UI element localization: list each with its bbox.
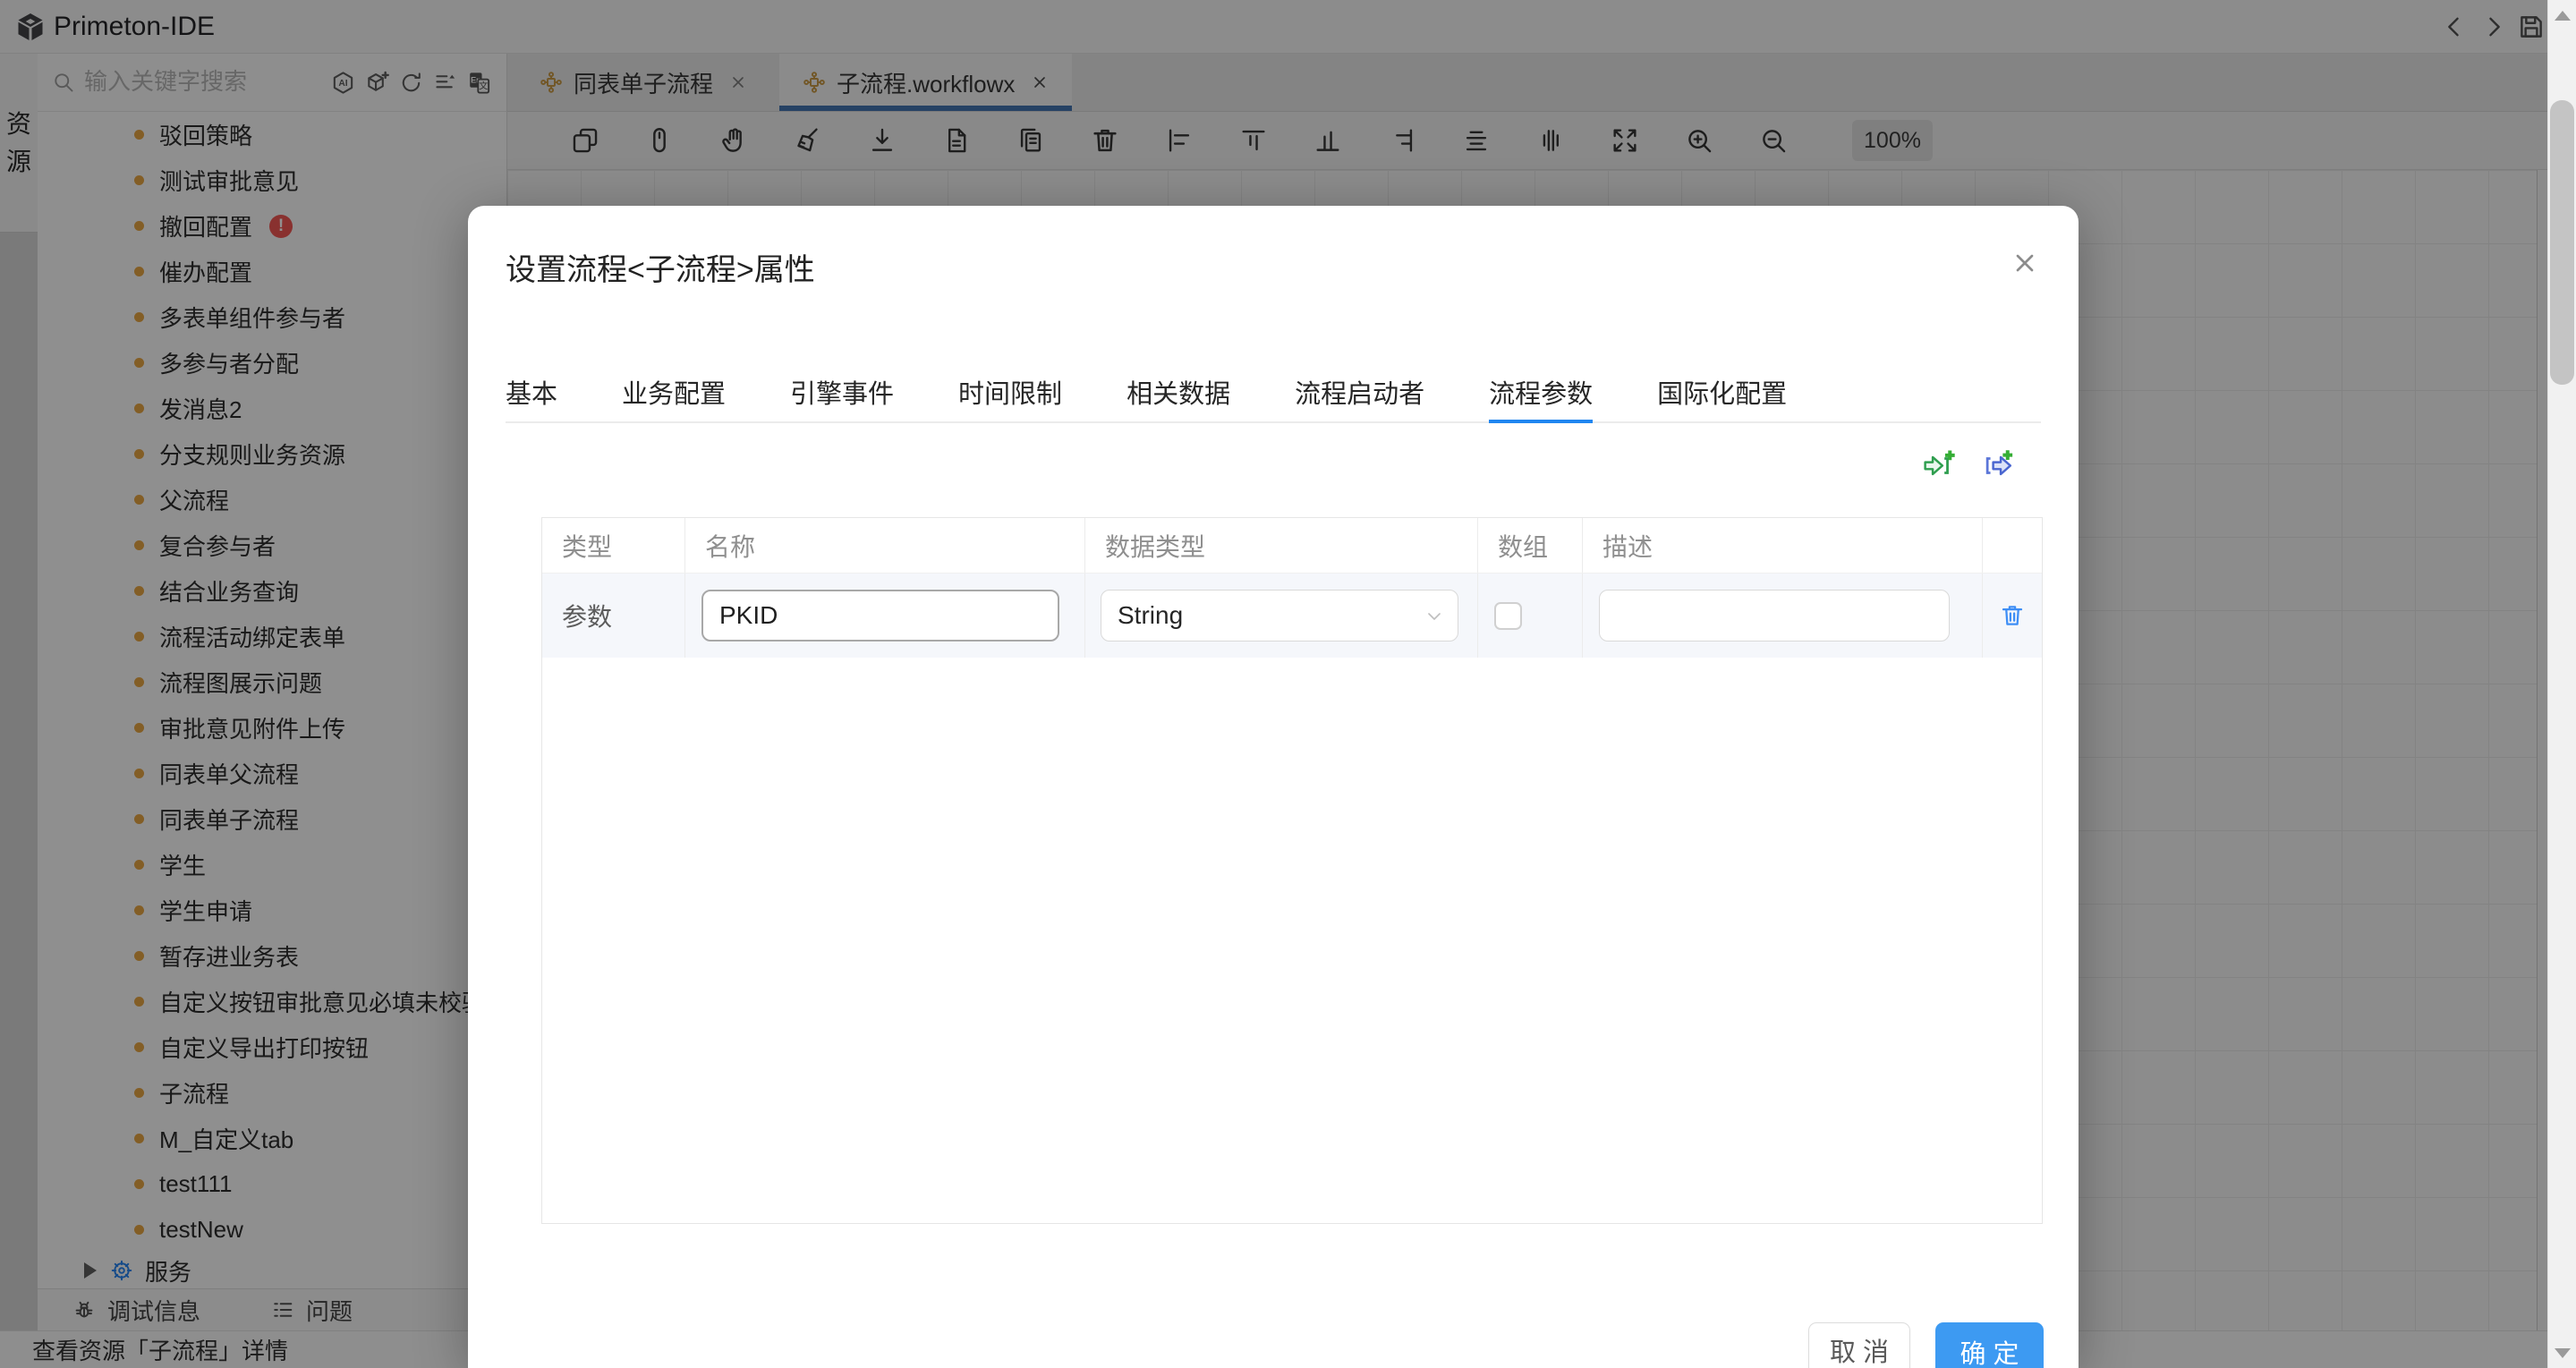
col-header-name: 名称 bbox=[685, 518, 1085, 573]
param-row: 参数 String bbox=[542, 574, 2042, 658]
col-header-array: 数组 bbox=[1478, 518, 1583, 573]
tab-process-params[interactable]: 流程参数 bbox=[1489, 362, 1593, 421]
param-datatype-select[interactable]: String bbox=[1101, 590, 1458, 642]
cancel-button[interactable]: 取 消 bbox=[1808, 1322, 1910, 1368]
tab-related-data[interactable]: 相关数据 bbox=[1126, 362, 1230, 421]
delete-row-icon[interactable] bbox=[1999, 602, 2026, 629]
tab-i18n-config[interactable]: 国际化配置 bbox=[1657, 362, 1787, 421]
primeton-ide-window: Primeton-IDE 资源 AI bbox=[0, 0, 2576, 1368]
tab-process-initiator[interactable]: 流程启动者 bbox=[1295, 362, 1424, 421]
process-properties-dialog: 设置流程<子流程>属性 基本 业务配置 引擎事件 时间限制 相关数据 流程启动者… bbox=[468, 206, 2079, 1368]
page-scrollbar[interactable] bbox=[2547, 0, 2576, 1368]
params-table: 类型 名称 数据类型 数组 描述 参数 String bbox=[541, 517, 2043, 1224]
col-header-description: 描述 bbox=[1583, 518, 1983, 573]
params-table-header: 类型 名称 数据类型 数组 描述 bbox=[542, 518, 2042, 574]
tab-basic[interactable]: 基本 bbox=[506, 362, 557, 421]
dialog-title: 设置流程<子流程>属性 bbox=[506, 245, 815, 289]
scrollbar-thumb[interactable] bbox=[2550, 100, 2574, 385]
tab-business-config[interactable]: 业务配置 bbox=[622, 362, 726, 421]
dialog-tab-bar: 基本 业务配置 引擎事件 时间限制 相关数据 流程启动者 流程参数 国际化配置 bbox=[506, 362, 2041, 423]
chevron-down-icon bbox=[1424, 606, 1445, 627]
col-header-datatype: 数据类型 bbox=[1085, 518, 1478, 573]
add-input-param-icon[interactable] bbox=[1921, 449, 1957, 485]
add-output-param-icon[interactable] bbox=[1980, 449, 2016, 485]
scroll-down-icon[interactable] bbox=[2548, 1338, 2576, 1368]
dialog-close-icon[interactable] bbox=[2011, 249, 2039, 277]
tab-engine-events[interactable]: 引擎事件 bbox=[790, 362, 894, 421]
param-actions bbox=[1921, 449, 2016, 485]
param-description-input[interactable] bbox=[1599, 590, 1950, 642]
col-header-actions bbox=[1983, 518, 2042, 573]
param-type-cell: 参数 bbox=[542, 598, 612, 633]
tab-time-limit[interactable]: 时间限制 bbox=[958, 362, 1062, 421]
col-header-type: 类型 bbox=[542, 518, 685, 573]
confirm-button[interactable]: 确 定 bbox=[1935, 1322, 2044, 1368]
scroll-up-icon[interactable] bbox=[2548, 0, 2576, 30]
param-datatype-value: String bbox=[1118, 601, 1183, 630]
param-array-checkbox[interactable] bbox=[1494, 602, 1522, 630]
param-name-input[interactable] bbox=[701, 590, 1059, 642]
